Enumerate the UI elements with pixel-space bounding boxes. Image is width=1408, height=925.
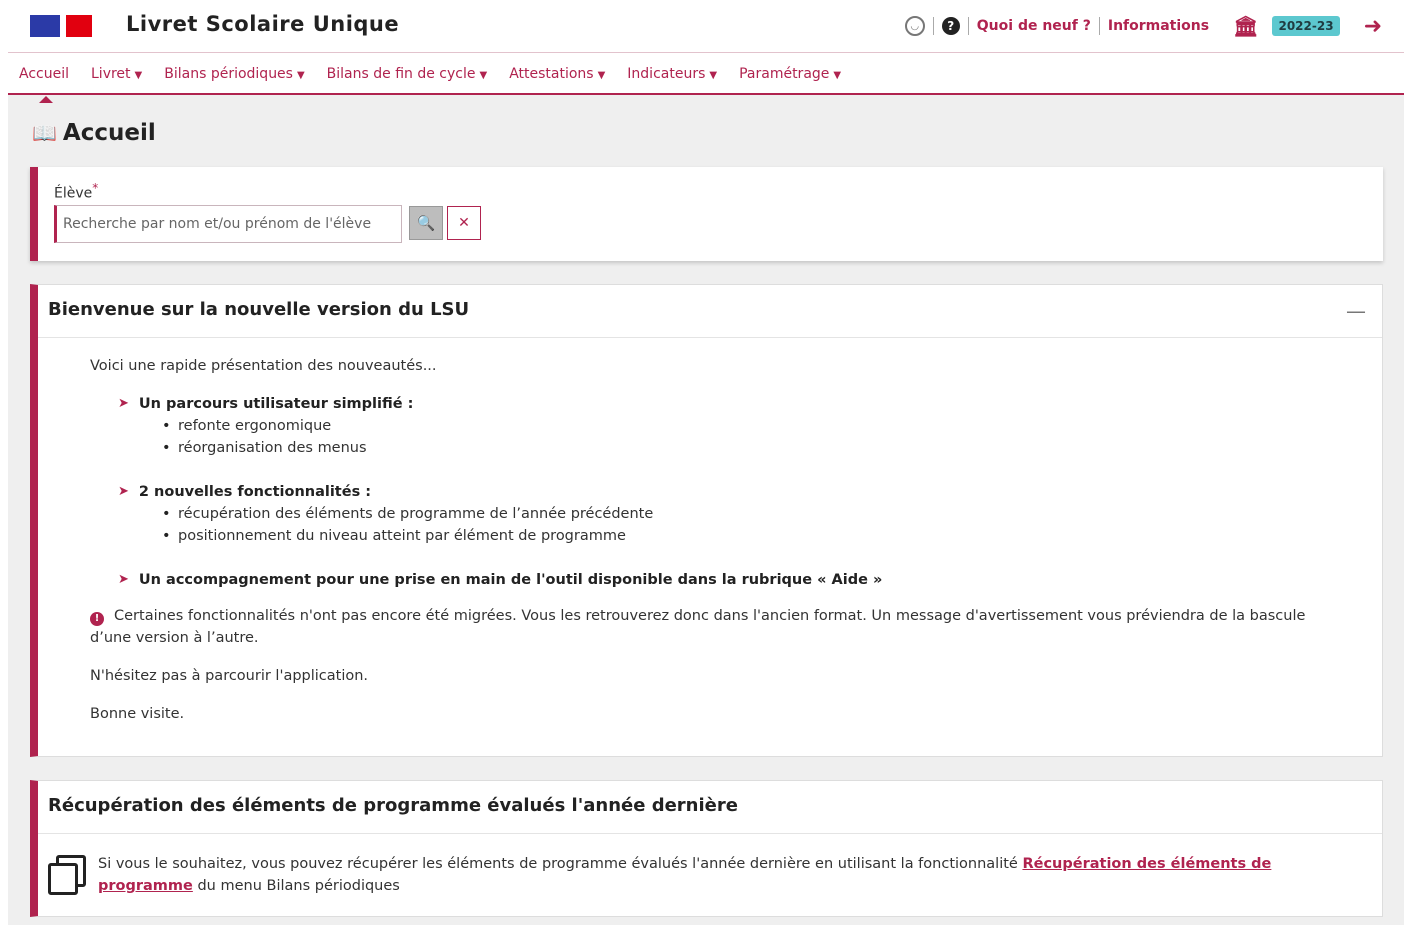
caret-down-icon: ▼ <box>134 70 143 81</box>
header-actions: ◡ ? Quoi de neuf ? Informations 🏛 2022-2… <box>904 12 1382 40</box>
app-title[interactable]: Livret Scolaire Unique <box>126 12 399 36</box>
feature-block: ➤ Un accompagnement pour une prise en mai… <box>118 569 1350 591</box>
caret-down-icon: ▼ <box>296 70 305 81</box>
headset-icon[interactable]: ◡ <box>904 16 925 36</box>
list-item: récupération des éléments de programme d… <box>162 503 1350 525</box>
student-field-label: Élève* <box>54 181 99 202</box>
caret-down-icon: ▼ <box>709 70 718 81</box>
year-badge[interactable]: 2022-23 <box>1272 16 1340 36</box>
chevron-right-icon: ➤ <box>118 572 129 587</box>
welcome-panel: Bienvenue sur la nouvelle version du LSU… <box>30 284 1383 757</box>
caret-down-icon: ▼ <box>479 70 488 81</box>
republic-logo[interactable] <box>30 15 92 37</box>
recover-title: Récupération des éléments de programme é… <box>48 795 738 816</box>
nav-parametrage[interactable]: Paramétrage ▼ <box>739 66 841 82</box>
nav-attestations[interactable]: Attestations ▼ <box>509 66 605 82</box>
main-nav: Accueil Livret ▼ Bilans périodiques ▼ Bila… <box>8 52 1404 103</box>
nav-accueil[interactable]: Accueil <box>19 66 69 103</box>
chevron-right-icon: ➤ <box>118 396 129 411</box>
list-item: refonte ergonomique <box>162 415 1350 437</box>
nav-bilans-fin-cycle[interactable]: Bilans de fin de cycle ▼ <box>327 66 488 82</box>
book-icon: 📖 <box>32 121 57 145</box>
top-header: Livret Scolaire Unique ◡ ? Quoi de neuf … <box>8 0 1404 52</box>
nav-livret[interactable]: Livret ▼ <box>91 66 142 82</box>
welcome-intro: Voici une rapide présentation des nouvea… <box>90 358 437 374</box>
recover-text: Si vous le souhaitez, vous pouvez récupé… <box>98 856 1272 894</box>
info-link[interactable]: Informations <box>1108 18 1209 34</box>
student-search-card: Élève* 🔍 ✕ <box>30 167 1383 261</box>
close-icon: ✕ <box>458 215 470 231</box>
recover-panel: Récupération des éléments de programme é… <box>30 780 1383 917</box>
copy-icon <box>48 855 86 895</box>
feature-block: ➤2 nouvelles fonctionnalités : récupérat… <box>118 481 1350 547</box>
caret-down-icon: ▼ <box>833 70 842 81</box>
list-item: réorganisation des menus <box>162 437 1350 459</box>
logout-icon[interactable]: ➜ <box>1364 14 1382 39</box>
clear-button[interactable]: ✕ <box>447 206 481 240</box>
question-icon[interactable]: ? <box>941 17 960 35</box>
search-button[interactable]: 🔍 <box>409 206 443 240</box>
welcome-paragraph: Bonne visite. <box>90 706 185 722</box>
bank-icon[interactable]: 🏛 <box>1233 14 1258 38</box>
chevron-right-icon: ➤ <box>118 484 129 499</box>
welcome-title: Bienvenue sur la nouvelle version du LSU <box>48 299 470 320</box>
nav-bilans-periodiques[interactable]: Bilans périodiques ▼ <box>164 66 304 82</box>
search-icon: 🔍 <box>416 214 436 232</box>
caret-down-icon: ▼ <box>597 70 606 81</box>
collapse-button[interactable]: — <box>1346 299 1366 323</box>
list-item: positionnement du niveau atteint par élé… <box>162 525 1350 547</box>
info-icon: ! <box>90 612 104 626</box>
nav-indicateurs[interactable]: Indicateurs ▼ <box>627 66 717 82</box>
news-link[interactable]: Quoi de neuf ? <box>977 18 1091 34</box>
feature-block: ➤Un parcours utilisateur simplifié : ref… <box>118 393 1350 459</box>
migration-notice: ! Certaines fonctionnalités n'ont pas enc… <box>90 608 1306 646</box>
page-title: 📖 Accueil <box>32 120 156 146</box>
welcome-paragraph: N'hésitez pas à parcourir l'application. <box>90 668 369 684</box>
student-search-input[interactable] <box>54 205 402 243</box>
